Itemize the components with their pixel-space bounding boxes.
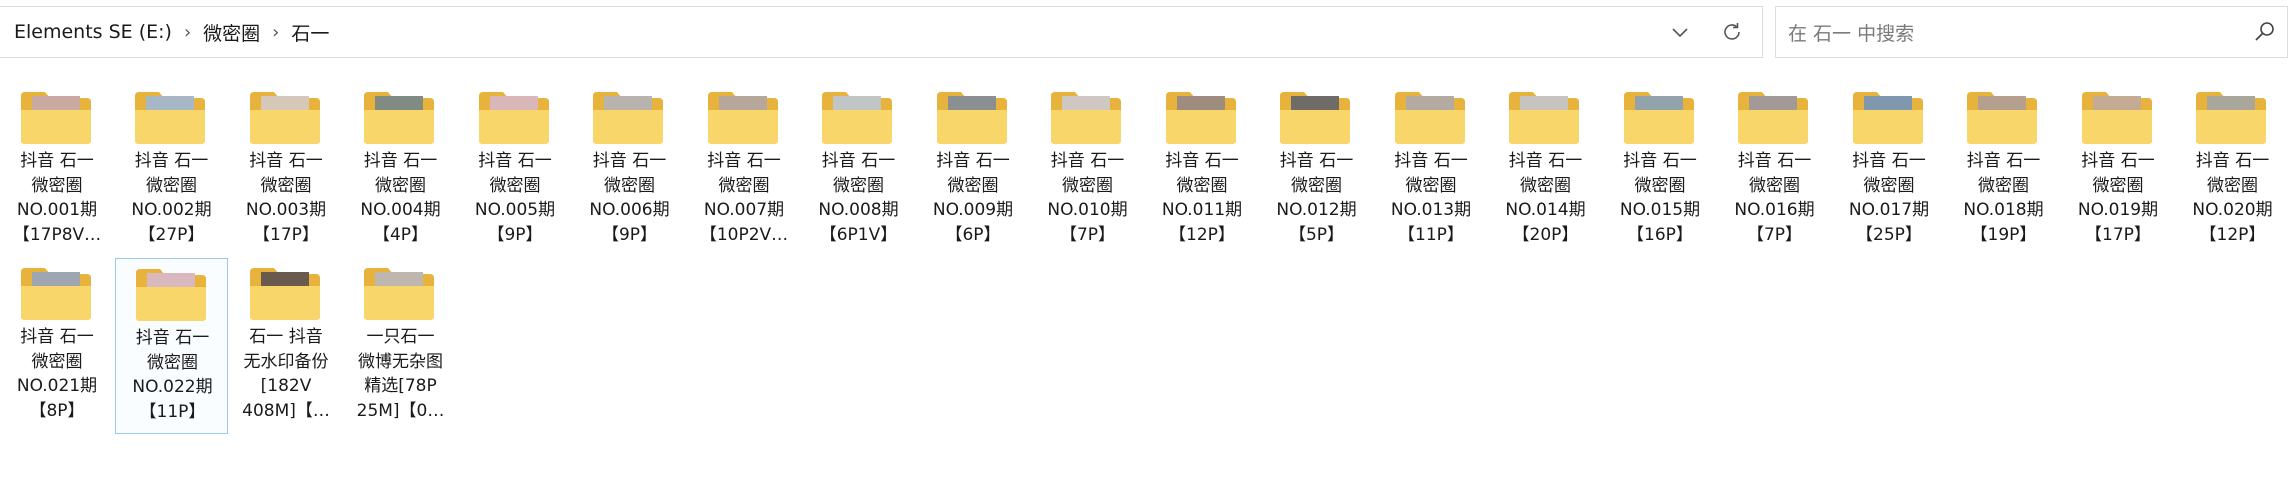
- folder-name: 抖音 石一 微密圈 NO.012期 【5P】: [1276, 151, 1357, 245]
- folder-icon: [2081, 92, 2152, 144]
- folder-name: 抖音 石一 微密圈 NO.005期 【9P】: [474, 151, 556, 245]
- folder-icon: [822, 92, 892, 144]
- folder-item[interactable]: 抖音 石一 微密圈 NO.010期 【7P】: [1031, 82, 1144, 258]
- breadcrumb-folder-weimiquan[interactable]: 微密圈: [199, 19, 264, 46]
- folder-icon: [20, 92, 91, 144]
- folder-icon: [1738, 92, 1808, 144]
- folder-name: 抖音 石一 微密圈 NO.021期 【8P】: [16, 327, 98, 421]
- folder-item[interactable]: 抖音 石一 微密圈 NO.020期 【12P】: [2176, 82, 2289, 258]
- folder-name: 抖音 石一 微密圈 NO.019期 【17P】: [2077, 151, 2159, 245]
- breadcrumb: Elements SE (E:) › 微密圈 › 石一: [10, 7, 333, 57]
- folder-icon: [136, 269, 206, 321]
- folder-icon: [364, 92, 434, 144]
- folder-item[interactable]: 抖音 石一 微密圈 NO.004期 【4P】: [344, 82, 457, 258]
- refresh-icon: [1724, 23, 1740, 40]
- folder-item[interactable]: 抖音 石一 微密圈 NO.021期 【8P】: [1, 258, 114, 434]
- folder-item[interactable]: 抖音 石一 微密圈 NO.015期 【16P】: [1604, 82, 1717, 258]
- folder-name: 抖音 石一 微密圈 NO.020期 【12P】: [2192, 151, 2273, 245]
- folder-icon: [1509, 92, 1579, 144]
- folder-name: 抖音 石一 微密圈 NO.014期 【20P】: [1505, 151, 1586, 245]
- folder-icon: [1623, 92, 1694, 144]
- folder-item[interactable]: 抖音 石一 微密圈 NO.001期 【17P8V…: [1, 82, 114, 258]
- folder-icon: [1280, 92, 1350, 144]
- folder-item[interactable]: 石一 抖音 无水印备份 [182V 408M]【…: [230, 258, 343, 434]
- history-dropdown-button[interactable]: [1658, 7, 1702, 57]
- search-input[interactable]: 在 石一 中搜索: [1788, 7, 1914, 57]
- folder-icon: [1394, 92, 1465, 144]
- folder-item[interactable]: 抖音 石一 微密圈 NO.017期 【25P】: [1833, 82, 1946, 258]
- folder-icon: [135, 92, 205, 144]
- address-bar[interactable]: Elements SE (E:) › 微密圈 › 石一: [0, 6, 1763, 58]
- search-box[interactable]: 在 石一 中搜索: [1775, 6, 2288, 58]
- folder-icon: [20, 268, 91, 320]
- folder-name: 抖音 石一 微密圈 NO.017期 【25P】: [1848, 151, 1930, 245]
- folder-icon: [249, 92, 320, 144]
- folder-name: 抖音 石一 微密圈 NO.001期 【17P8V…: [12, 151, 102, 245]
- breadcrumb-chevron-icon[interactable]: ›: [264, 22, 287, 43]
- folder-item[interactable]: 抖音 石一 微密圈 NO.009期 【6P】: [917, 82, 1030, 258]
- folder-icon: [2196, 92, 2266, 144]
- folder-item[interactable]: 抖音 石一 微密圈 NO.003期 【17P】: [230, 82, 343, 258]
- folder-icon: [364, 268, 434, 320]
- folder-name: 抖音 石一 微密圈 NO.010期 【7P】: [1047, 151, 1128, 245]
- chevron-down-icon: [1672, 28, 1688, 38]
- refresh-button[interactable]: [1710, 7, 1754, 57]
- folder-item[interactable]: 抖音 石一 微密圈 NO.019期 【17P】: [2062, 82, 2175, 258]
- folder-name: 一只石一 微博无杂图 精选[78P 25M]【0…: [356, 327, 445, 421]
- folder-icon: [593, 92, 663, 144]
- folder-item[interactable]: 抖音 石一 微密圈 NO.016期 【7P】: [1718, 82, 1831, 258]
- folder-name: 抖音 石一 微密圈 NO.011期 【12P】: [1161, 151, 1243, 245]
- folder-item[interactable]: 抖音 石一 微密圈 NO.006期 【9P】: [573, 82, 686, 258]
- breadcrumb-drive[interactable]: Elements SE (E:): [10, 21, 176, 43]
- folder-item[interactable]: 抖音 石一 微密圈 NO.022期 【11P】: [115, 258, 228, 434]
- folder-icon: [478, 92, 549, 144]
- folder-icon: [936, 92, 1007, 144]
- folder-name: 抖音 石一 微密圈 NO.002期 【27P】: [131, 151, 212, 245]
- folder-item[interactable]: 抖音 石一 微密圈 NO.005期 【9P】: [459, 82, 572, 258]
- folder-item[interactable]: 抖音 石一 微密圈 NO.011期 【12P】: [1146, 82, 1259, 258]
- search-icon[interactable]: [2253, 20, 2277, 44]
- folder-icon: [1165, 92, 1236, 144]
- folder-icon: [707, 92, 778, 144]
- folder-name: 抖音 石一 微密圈 NO.009期 【6P】: [932, 151, 1014, 245]
- folder-name: 抖音 石一 微密圈 NO.007期 【10P2V…: [699, 151, 789, 245]
- folder-item[interactable]: 抖音 石一 微密圈 NO.012期 【5P】: [1260, 82, 1373, 258]
- folder-name: 抖音 石一 微密圈 NO.022期 【11P】: [132, 328, 213, 422]
- folder-name: 石一 抖音 无水印备份 [182V 408M]【…: [242, 327, 330, 421]
- folder-name: 抖音 石一 微密圈 NO.018期 【19P】: [1963, 151, 2044, 245]
- folder-item[interactable]: 抖音 石一 微密圈 NO.013期 【11P】: [1375, 82, 1488, 258]
- folder-item[interactable]: 抖音 石一 微密圈 NO.002期 【27P】: [115, 82, 228, 258]
- breadcrumb-current-folder[interactable]: 石一: [287, 19, 333, 46]
- folder-name: 抖音 石一 微密圈 NO.006期 【9P】: [589, 151, 670, 245]
- folder-name: 抖音 石一 微密圈 NO.003期 【17P】: [245, 151, 327, 245]
- folder-name: 抖音 石一 微密圈 NO.004期 【4P】: [360, 151, 441, 245]
- folder-item[interactable]: 抖音 石一 微密圈 NO.014期 【20P】: [1489, 82, 1602, 258]
- folder-name: 抖音 石一 微密圈 NO.008期 【6P1V】: [818, 151, 899, 245]
- folder-icon: [249, 268, 320, 320]
- folder-name: 抖音 石一 微密圈 NO.015期 【16P】: [1619, 151, 1701, 245]
- folder-item[interactable]: 一只石一 微博无杂图 精选[78P 25M]【0…: [344, 258, 457, 434]
- folder-name: 抖音 石一 微密圈 NO.016期 【7P】: [1734, 151, 1815, 245]
- folder-item[interactable]: 抖音 石一 微密圈 NO.018期 【19P】: [1947, 82, 2060, 258]
- folder-icon: [1967, 92, 2037, 144]
- folder-icon: [1852, 92, 1923, 144]
- folder-item[interactable]: 抖音 石一 微密圈 NO.007期 【10P2V…: [688, 82, 801, 258]
- folder-icon: [1051, 92, 1121, 144]
- folder-item[interactable]: 抖音 石一 微密圈 NO.008期 【6P1V】: [802, 82, 915, 258]
- folder-name: 抖音 石一 微密圈 NO.013期 【11P】: [1390, 151, 1472, 245]
- navigation-bar: Elements SE (E:) › 微密圈 › 石一 在 石一 中搜索: [0, 0, 2296, 62]
- breadcrumb-chevron-icon[interactable]: ›: [176, 22, 199, 43]
